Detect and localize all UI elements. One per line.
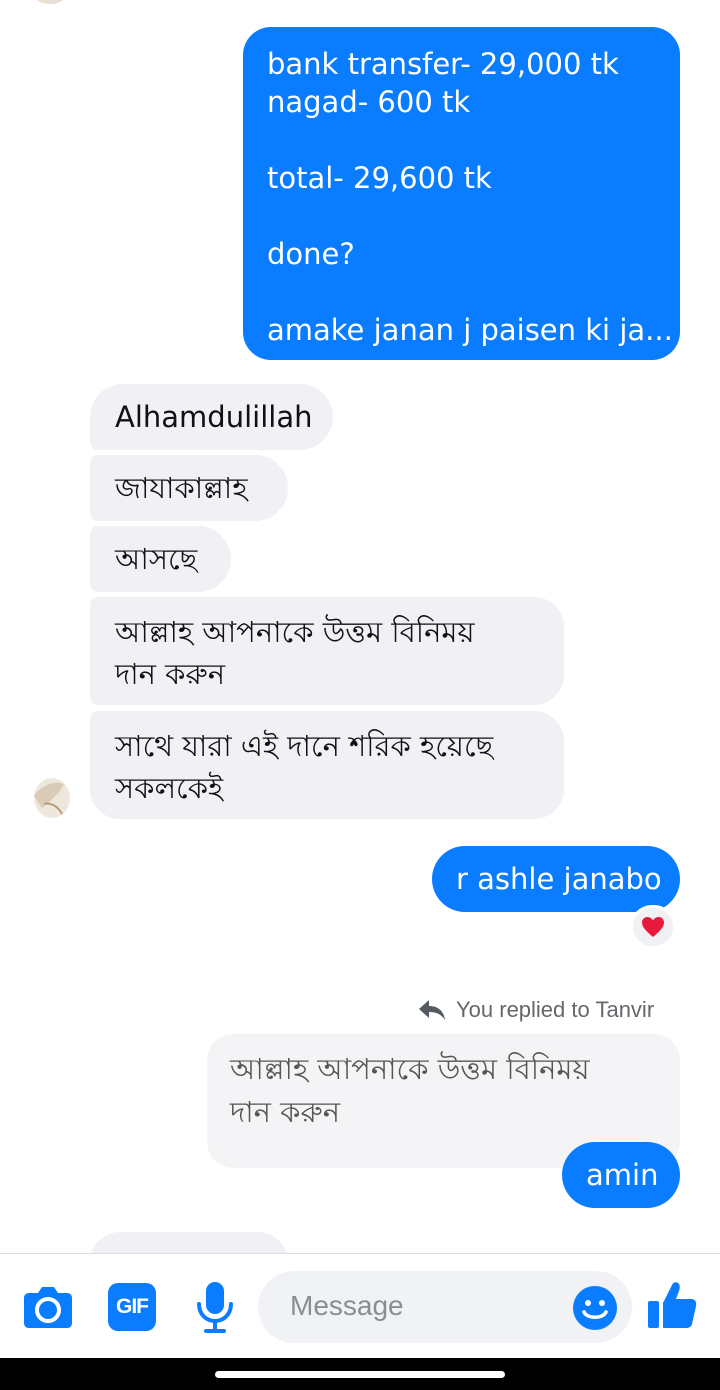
reply-arrow-icon — [419, 1000, 445, 1020]
message-line: done? — [267, 237, 355, 271]
incoming-message-bubble[interactable]: Alhamdulillah — [90, 384, 333, 450]
microphone-button[interactable] — [192, 1278, 238, 1336]
message-input-placeholder: Message — [290, 1290, 404, 1321]
camera-button[interactable] — [22, 1284, 74, 1330]
reply-indicator: You replied to Tanvir — [418, 995, 654, 1025]
like-button[interactable] — [644, 1278, 700, 1332]
sender-avatar[interactable] — [20, 768, 78, 826]
outgoing-message-bubble[interactable]: r ashle janabo — [432, 846, 680, 912]
avatar-image — [34, 778, 70, 818]
quoted-text: দান করুন — [230, 1095, 341, 1129]
outgoing-reply-bubble[interactable]: amin — [562, 1142, 680, 1208]
message-text: amin — [586, 1158, 659, 1192]
message-text: দান করুন — [115, 657, 226, 691]
home-indicator[interactable] — [215, 1371, 505, 1378]
gif-button[interactable]: GIF — [108, 1283, 156, 1331]
partial-avatar — [30, 0, 70, 4]
message-line: nagad- 600 tk — [267, 85, 471, 119]
thumbs-up-icon — [648, 1282, 697, 1328]
camera-icon — [24, 1287, 72, 1328]
message-line: total- 29,600 tk — [267, 161, 492, 195]
incoming-message-bubble[interactable]: সাথে যারা এই দানে শরিক হয়েছে সকলকেই — [90, 711, 564, 819]
message-text: সাথে যারা এই দানে শরিক হয়েছে — [115, 729, 494, 763]
microphone-icon — [197, 1282, 233, 1333]
incoming-message-bubble[interactable]: আল্লাহ আপনাকে উত্তম বিনিময় দান করুন — [90, 597, 564, 705]
reply-label: You replied to Tanvir — [456, 997, 655, 1022]
composer-bar: GIF Message — [0, 1253, 720, 1358]
outgoing-message-bubble[interactable]: bank transfer- 29,000 tk nagad- 600 tk t… — [243, 27, 680, 360]
emoji-button[interactable] — [571, 1284, 619, 1332]
message-text: আল্লাহ আপনাকে উত্তম বিনিময় — [115, 615, 475, 649]
message-text: Alhamdulillah — [115, 400, 313, 434]
message-text: সকলকেই — [115, 771, 224, 805]
incoming-message-bubble[interactable]: জাযাকাল্লাহ — [90, 455, 288, 521]
heart-reaction-badge[interactable] — [630, 905, 676, 949]
system-navigation-bar — [0, 1358, 720, 1390]
heart-icon — [642, 917, 664, 937]
quoted-text: আল্লাহ আপনাকে উত্তম বিনিময় — [230, 1052, 590, 1086]
message-input[interactable]: Message — [258, 1271, 632, 1343]
emoji-icon — [573, 1286, 617, 1330]
incoming-message-bubble[interactable]: আসছে — [90, 526, 231, 592]
gif-icon: GIF — [116, 1295, 149, 1318]
message-text: আসছে — [115, 542, 198, 576]
message-text: জাযাকাল্লাহ — [115, 471, 248, 505]
message-text: r ashle janabo — [456, 862, 662, 896]
message-line: bank transfer- 29,000 tk — [267, 47, 619, 81]
message-line: amake janan j paisen ki ja... — [267, 313, 673, 347]
